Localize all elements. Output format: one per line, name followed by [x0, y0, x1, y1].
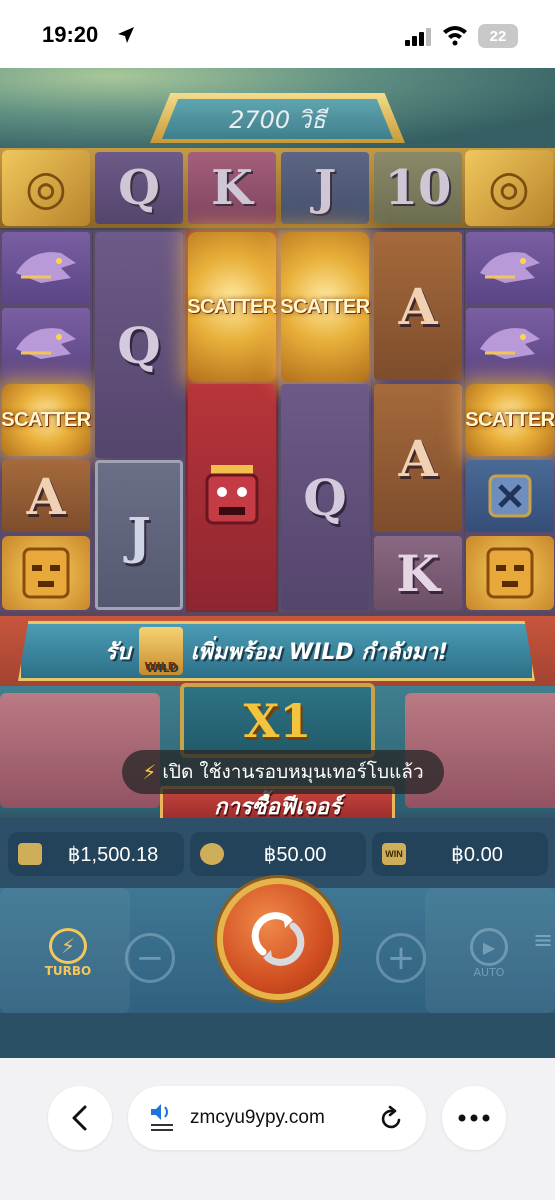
top-symbol-10: 10 — [374, 152, 462, 224]
spiral-ornament-left-icon: ◎ — [2, 150, 90, 226]
spiral-ornament-right-icon: ◎ — [465, 150, 553, 226]
symbol-j: J — [95, 460, 183, 610]
scatter-symbol: SCATTER — [1, 384, 91, 456]
address-bar[interactable]: zmcyu9ypy.com — [128, 1086, 426, 1150]
location-arrow-icon — [118, 27, 134, 43]
top-symbol-q: Q — [95, 152, 183, 224]
golden-mask-symbol-icon — [2, 536, 90, 610]
bird-symbol-icon — [466, 232, 554, 304]
coins-icon — [200, 843, 224, 865]
win-value: ฿0.00 — [451, 843, 503, 866]
battery-indicator: 22 — [478, 24, 518, 48]
balance-pill: ฿1,500.18 — [8, 832, 184, 876]
cellular-signal-icon — [405, 28, 431, 46]
multiplier-value: X1 — [243, 693, 312, 748]
battery-level: 22 — [489, 27, 507, 45]
turbo-button[interactable]: ⚡ TURBO — [44, 928, 92, 978]
reload-icon[interactable] — [380, 1105, 404, 1131]
red-totem-symbol-icon — [188, 384, 276, 610]
multiplier-frame: X1 — [180, 683, 375, 758]
top-symbol-k: K — [188, 152, 276, 224]
increase-bet-button[interactable]: + — [376, 933, 426, 983]
bet-pill[interactable]: ฿50.00 — [190, 832, 366, 876]
lightning-icon: ⚡ — [142, 760, 157, 784]
chevron-left-icon — [72, 1105, 87, 1131]
balance-value: ฿1,500.18 — [67, 843, 159, 866]
bird-symbol-icon — [466, 308, 554, 380]
symbol-a: A — [2, 460, 90, 532]
info-banner: รับ WILD เพิ่มพร้อม WILD กำลังมา! — [18, 621, 535, 681]
bet-value: ฿50.00 — [263, 843, 327, 866]
symbol-a: A — [374, 384, 462, 532]
wild-badge-label: WILD — [144, 660, 177, 673]
slot-game-area[interactable]: 2700 วิธี ◎ ◎ Q K J 10 SCATTER A Q J SCA… — [0, 68, 555, 1058]
autoplay-button[interactable]: ▶ AUTO — [465, 928, 513, 988]
lightning-icon: ⚡ — [49, 928, 87, 964]
turbo-label: TURBO — [44, 964, 92, 978]
play-icon: ▶ — [470, 928, 508, 966]
back-button[interactable] — [48, 1086, 112, 1150]
win-icon: WIN — [382, 843, 406, 865]
decrease-bet-button[interactable]: − — [125, 933, 175, 983]
top-symbol-j: J — [281, 152, 369, 224]
spin-button[interactable] — [217, 878, 339, 1000]
scatter-symbol: SCATTER — [465, 384, 555, 456]
symbol-q: Q — [95, 232, 183, 458]
info-banner-prefix: รับ — [104, 639, 131, 665]
win-pill: WIN ฿0.00 — [372, 832, 548, 876]
more-options-button[interactable] — [442, 1086, 506, 1150]
speaker-reader-icon — [151, 1104, 173, 1131]
ellipsis-icon — [458, 1114, 490, 1122]
wild-symbol-icon: WILD — [138, 627, 183, 675]
status-bar: 19:20 22 — [0, 0, 555, 68]
toast-text: เปิด ใช้งานรอบหมุนเทอร์โบแล้ว — [162, 761, 424, 783]
symbol-a: A — [374, 232, 462, 380]
bird-symbol-icon — [2, 232, 90, 304]
scatter-symbol: SCATTER — [187, 232, 277, 382]
url-text: zmcyu9ypy.com — [190, 1107, 325, 1128]
ways-count: 2700 วิธี — [162, 99, 393, 139]
spin-arrows-icon — [251, 912, 305, 966]
auto-label: AUTO — [473, 966, 505, 979]
menu-icon[interactable]: ≡ — [533, 926, 553, 954]
blue-glyph-symbol-icon — [466, 460, 554, 532]
symbol-q: Q — [281, 384, 369, 610]
wifi-icon — [443, 26, 467, 46]
bird-symbol-icon — [2, 308, 90, 380]
wallet-icon — [18, 843, 42, 865]
golden-mask-symbol-icon — [466, 536, 554, 610]
symbol-k: K — [374, 536, 462, 610]
turbo-enabled-toast: ⚡ เปิด ใช้งานรอบหมุนเทอร์โบแล้ว — [122, 750, 444, 794]
bottom-stone-strip — [0, 1013, 555, 1058]
info-banner-text: เพิ่มพร้อม WILD กำลังมา! — [190, 639, 449, 665]
status-time: 19:20 — [42, 22, 99, 47]
scatter-symbol: SCATTER — [280, 232, 370, 382]
